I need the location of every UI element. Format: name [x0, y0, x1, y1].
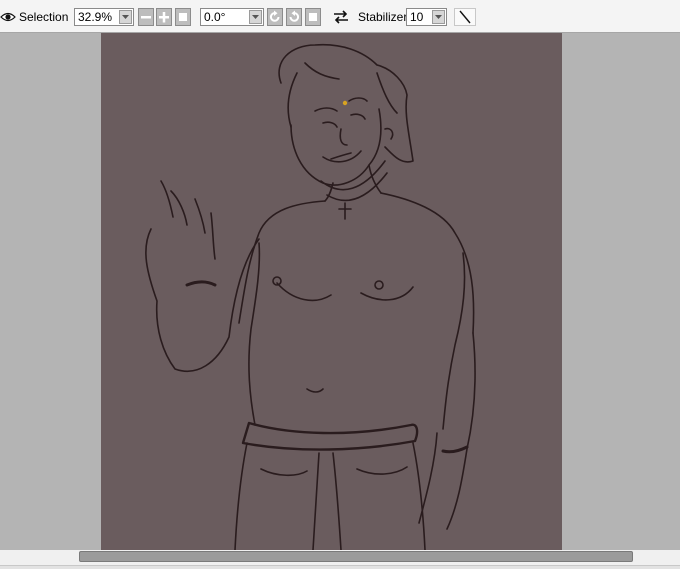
selection-label: Selection	[19, 10, 69, 24]
rotation-combo[interactable]: 0.0°	[200, 8, 264, 26]
flip-horizontal-icon[interactable]	[332, 8, 350, 26]
stabilizer-combo[interactable]: 10	[406, 8, 447, 26]
rotate-reset-button[interactable]	[305, 8, 321, 26]
status-strip	[0, 565, 680, 569]
chevron-down-icon[interactable]	[119, 10, 132, 24]
rotation-value: 0.0°	[204, 10, 226, 24]
pen-line-icon[interactable]	[454, 8, 476, 26]
canvas-toolbar: Selection 32.9% 0.0° Stabilizer 10	[0, 0, 680, 33]
chevron-down-icon[interactable]	[249, 10, 262, 24]
zoom-reset-button[interactable]	[175, 8, 191, 26]
stabilizer-value: 10	[410, 10, 424, 24]
zoom-value: 32.9%	[78, 10, 113, 24]
zoom-in-button[interactable]	[156, 8, 172, 26]
rotate-left-button[interactable]	[267, 8, 283, 26]
zoom-out-button[interactable]	[138, 8, 154, 26]
zoom-combo[interactable]: 32.9%	[74, 8, 134, 26]
artboard[interactable]	[101, 33, 562, 550]
stabilizer-label: Stabilizer	[358, 10, 408, 24]
canvas-area[interactable]	[0, 33, 680, 550]
scrollbar-thumb[interactable]	[79, 551, 633, 562]
eye-icon[interactable]	[0, 8, 16, 26]
chevron-down-icon[interactable]	[432, 10, 445, 24]
sketch-illustration	[145, 43, 476, 550]
rotate-right-button[interactable]	[286, 8, 302, 26]
